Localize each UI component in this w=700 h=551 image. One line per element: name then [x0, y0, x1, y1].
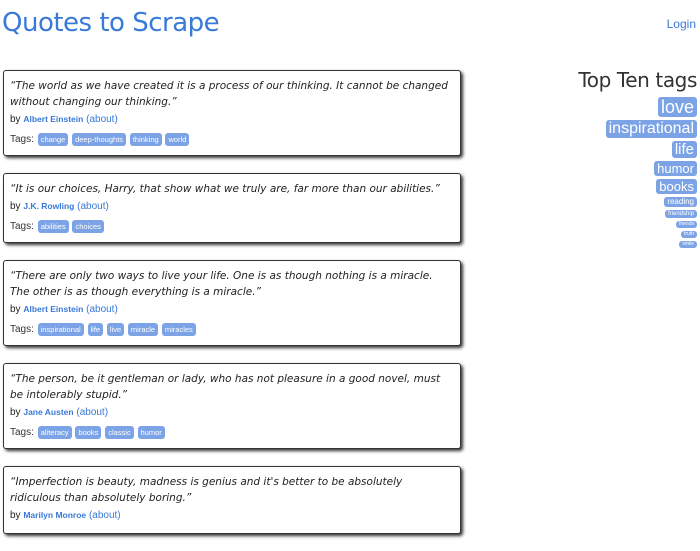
tag-link[interactable]: miracle [127, 323, 159, 336]
by-label: by [10, 201, 21, 212]
author-name: Marilyn Monroe [23, 510, 87, 520]
top-tag-link[interactable]: books [656, 179, 697, 194]
tags-label: Tags: [10, 427, 34, 439]
quote-tags: Tags: inspirational life live miracle mi… [10, 323, 450, 336]
top-tag-link[interactable]: inspirational [605, 120, 697, 138]
tag-link[interactable]: miracles [161, 323, 196, 336]
top-tag-link[interactable]: reading [664, 197, 697, 207]
tag-link[interactable]: life [87, 323, 104, 336]
author-name: Albert Einstein [23, 114, 84, 124]
tag-link[interactable]: inspirational [37, 323, 84, 336]
top-tag-item: smile [547, 241, 697, 248]
author-about-link[interactable]: (about) [76, 407, 108, 418]
top-tag-link[interactable]: friendship [664, 210, 697, 218]
top-tag-link[interactable]: smile [679, 241, 697, 248]
author-name: J.K. Rowling [23, 201, 75, 211]
tags-label: Tags: [10, 134, 34, 146]
quote-text: “The world as we have created it is a pr… [10, 80, 448, 108]
top-tags-heading: Top Ten tags [578, 68, 697, 92]
quote-tags: Tags: change deep-thoughts thinking worl… [10, 133, 450, 146]
by-label: by [10, 407, 21, 418]
top-tag-item: friends [547, 221, 697, 228]
top-tag-link[interactable]: life [671, 141, 697, 158]
top-tag-item: love [547, 97, 697, 117]
quote-byline: by J.K. Rowling (about) [10, 198, 450, 215]
quote-tags: Tags: aliteracy books classic humor [10, 426, 450, 439]
tag-link[interactable]: humor [137, 426, 165, 439]
author-name: Jane Austen [23, 407, 74, 417]
author-about-link[interactable]: (about) [86, 304, 118, 315]
login-link[interactable]: Login [667, 17, 696, 31]
top-tag-link[interactable]: truth [680, 231, 697, 238]
tag-link[interactable]: deep-thoughts [72, 133, 127, 146]
top-tag-link[interactable]: love [657, 97, 697, 117]
site-title[interactable]: Quotes to Scrape [2, 8, 220, 38]
tag-link[interactable]: world [165, 133, 190, 146]
top-tag-item: reading [547, 197, 697, 207]
by-label: by [10, 114, 21, 125]
quote-tags: Tags: abilities choices [10, 220, 450, 233]
quote-byline: by Jane Austen (about) [10, 404, 450, 421]
top-tag-item: books [547, 179, 697, 194]
top-tag-item: inspirational [547, 120, 697, 138]
by-label: by [10, 304, 21, 315]
tag-link[interactable]: books [75, 426, 102, 439]
quote-card: “The person, be it gentleman or lady, wh… [3, 363, 461, 449]
top-tag-item: truth [547, 231, 697, 238]
site-title-link[interactable]: Quotes to Scrape [2, 8, 220, 38]
author-about-link[interactable]: (about) [89, 510, 121, 521]
tags-label: Tags: [10, 221, 34, 233]
quote-byline: by Albert Einstein (about) [10, 111, 450, 128]
tag-link[interactable]: choices [72, 220, 104, 233]
by-label: by [10, 510, 21, 521]
quotes-list: “The world as we have created it is a pr… [3, 70, 461, 551]
tag-link[interactable]: abilities [37, 220, 69, 233]
quote-card: “It is our choices, Harry, that show wha… [3, 173, 461, 243]
author-about-link[interactable]: (about) [77, 201, 109, 212]
quote-text: “The person, be it gentleman or lady, wh… [10, 373, 441, 401]
top-tag-item: friendship [547, 210, 697, 218]
top-tag-item: life [547, 141, 697, 158]
author-name: Albert Einstein [23, 304, 84, 314]
tag-link[interactable]: change [37, 133, 69, 146]
tag-link[interactable]: live [106, 323, 125, 336]
quote-text: “There are only two ways to live your li… [10, 270, 433, 298]
tag-link[interactable]: aliteracy [37, 426, 72, 439]
quote-text: “It is our choices, Harry, that show wha… [10, 183, 440, 195]
tag-link[interactable]: thinking [129, 133, 162, 146]
top-tag-link[interactable]: friends [675, 221, 697, 228]
top-tag-link[interactable]: humor [654, 161, 697, 176]
quote-card: “The world as we have created it is a pr… [3, 70, 461, 156]
author-about-link[interactable]: (about) [86, 114, 118, 125]
top-tag-item: humor [547, 161, 697, 176]
tag-link[interactable]: classic [105, 426, 134, 439]
tags-label: Tags: [10, 324, 34, 336]
quote-text: “Imperfection is beauty, madness is geni… [10, 476, 403, 504]
quote-byline: by Albert Einstein (about) [10, 301, 450, 318]
quote-byline: by Marilyn Monroe (about) [10, 507, 450, 524]
quote-card: “Imperfection is beauty, madness is geni… [3, 466, 461, 534]
quote-card: “There are only two ways to live your li… [3, 260, 461, 346]
top-tags-sidebar: Top Ten tags love inspirational life hum… [547, 68, 697, 251]
